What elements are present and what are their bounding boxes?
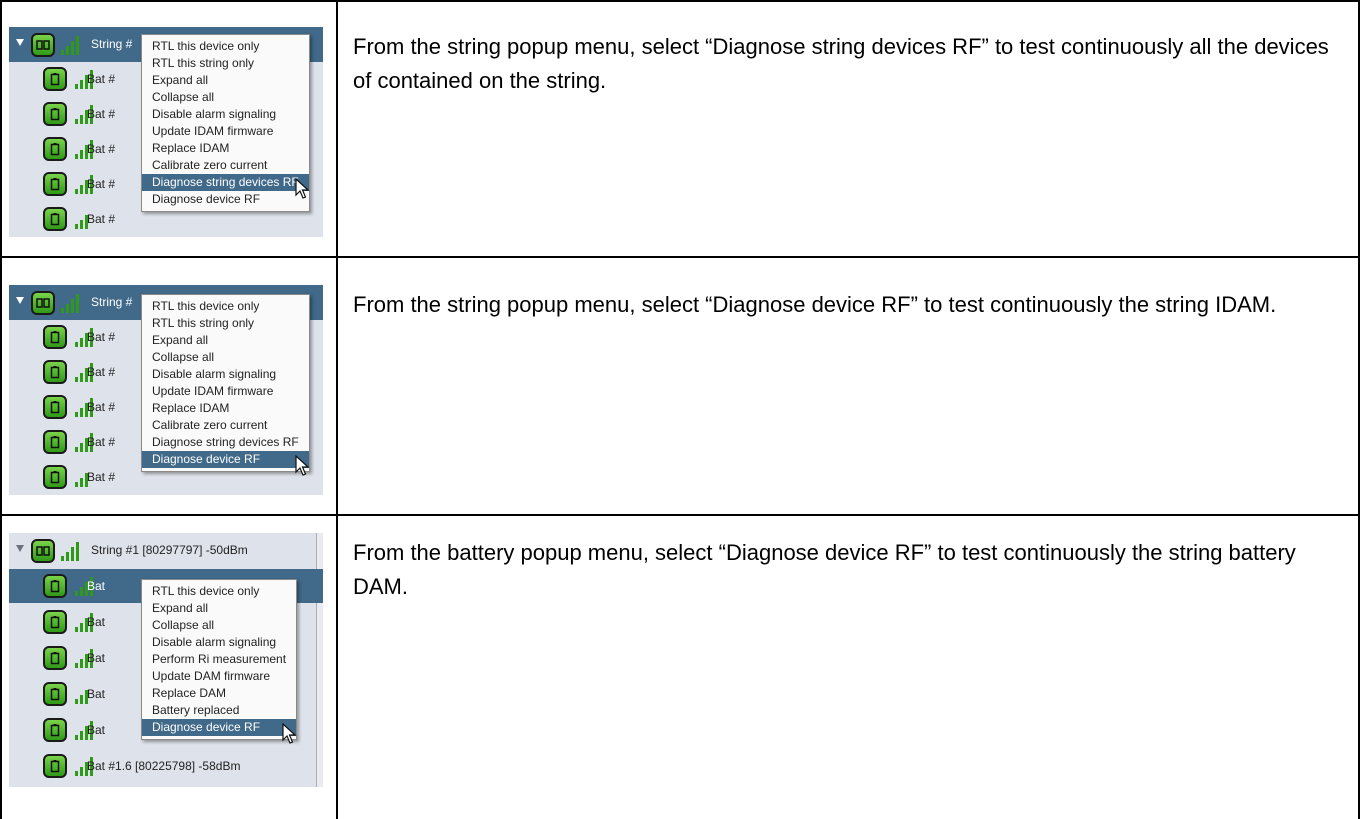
battery-icon [43,646,67,670]
popup-menu: RTL this device only RTL this string only… [141,34,310,212]
table-border-middle [336,0,338,819]
battery-label: Bat # [87,470,116,484]
battery-label: Bat [87,723,106,737]
menu-item-rtl-this-string-only[interactable]: RTL this string only [142,55,309,72]
battery-label: Bat # [87,365,116,379]
battery-icon [43,360,67,384]
string-label: String # [91,295,133,309]
battery-icon [43,395,67,419]
battery-label: Bat # [87,72,116,86]
table-border-row2 [0,514,1360,516]
menu-item-update-idam-firmware[interactable]: Update IDAM firmware [142,383,309,400]
battery-label: Bat # [87,330,116,344]
menu-item-update-idam-firmware[interactable]: Update IDAM firmware [142,123,309,140]
popup-menu: RTL this device only Expand all Collapse a… [141,579,298,744]
menu-item-expand-all[interactable]: Expand all [142,600,296,617]
menu-item-collapse-all[interactable]: Collapse all [142,617,296,634]
battery-icon [43,574,67,598]
menu-item-expand-all[interactable]: Expand all [142,72,309,89]
battery-label: Bat # [87,400,116,414]
menu-item-collapse-all[interactable]: Collapse all [142,349,309,366]
screenshot-battery-menu: String #1 [80297797] -50dBm Bat Bat Bat Bat… [9,533,323,787]
string-device-icon [31,539,55,563]
menu-item-expand-all[interactable]: Expand all [142,332,309,349]
battery-icon [43,610,67,634]
menu-item-rtl-this-device-only[interactable]: RTL this device only [142,298,309,315]
signal-bars-icon [61,542,79,561]
menu-item-perform-ri-measurement[interactable]: Perform Ri measurement [142,651,296,668]
menu-item-diagnose-device-rf[interactable]: Diagnose device RF [142,719,297,744]
battery-icon [43,207,67,231]
caret-down-icon[interactable] [16,297,24,304]
menu-item-diagnose-string-devices-rf[interactable]: Diagnose string devices RF [142,174,310,199]
signal-bars-icon [61,294,79,313]
instruction-table: String # Bat # Bat # Bat # Bat # Bat # RTL th… [0,0,1360,819]
menu-item-diagnose-device-rf[interactable]: Diagnose device RF [142,451,310,476]
string-device-icon [31,291,55,315]
menu-item-rtl-this-device-only[interactable]: RTL this device only [142,38,309,55]
menu-item-replace-dam[interactable]: Replace DAM [142,685,296,702]
menu-item-disable-alarm-signaling[interactable]: Disable alarm signaling [142,366,309,383]
menu-item-battery-replaced[interactable]: Battery replaced [142,702,296,719]
menu-item-rtl-this-device-only[interactable]: RTL this device only [142,583,296,600]
battery-label: Bat # [87,177,116,191]
string-label: String # [91,37,133,51]
battery-icon [43,682,67,706]
menu-item-collapse-all[interactable]: Collapse all [142,89,309,106]
battery-label: Bat # [87,142,116,156]
screenshot-string-menu-1: String # Bat # Bat # Bat # Bat # Bat # RTL th… [9,27,323,237]
battery-icon [43,67,67,91]
table-border-left [0,0,2,819]
string-device-icon [31,33,55,57]
instruction-text-3: From the battery popup menu, select “Dia… [353,540,1296,599]
tree-header-row[interactable]: String #1 [80297797] -50dBm [9,533,323,568]
caret-down-icon[interactable] [16,545,24,552]
menu-item-update-dam-firmware[interactable]: Update DAM firmware [142,668,296,685]
menu-item-diagnose-device-rf[interactable]: Diagnose device RF [142,191,309,208]
battery-icon [43,465,67,489]
table-border-row1 [0,256,1360,258]
menu-item-diagnose-string-devices-rf[interactable]: Diagnose string devices RF [142,434,309,451]
screenshot-string-menu-2: String # Bat # Bat # Bat # Bat # Bat # RTL th… [9,285,323,495]
battery-label: Bat # [87,435,116,449]
battery-icon [43,718,67,742]
table-border-top [0,0,1360,2]
string-label: String #1 [80297797] -50dBm [91,543,248,557]
battery-icon [43,137,67,161]
battery-label: Bat # [87,212,116,226]
battery-label: Bat #1.6 [80225798] -58dBm [87,759,241,773]
battery-icon [43,102,67,126]
battery-icon [43,172,67,196]
battery-label: Bat [87,579,106,593]
menu-item-disable-alarm-signaling[interactable]: Disable alarm signaling [142,106,309,123]
mouse-cursor-icon [282,723,297,744]
instruction-text-2: From the string popup menu, select “Diag… [353,292,1277,317]
menu-item-rtl-this-string-only[interactable]: RTL this string only [142,315,309,332]
menu-item-disable-alarm-signaling[interactable]: Disable alarm signaling [142,634,296,651]
menu-item-replace-idam[interactable]: Replace IDAM [142,140,309,157]
battery-icon [43,325,67,349]
menu-item-calibrate-zero-current[interactable]: Calibrate zero current [142,157,309,174]
battery-icon [43,754,67,778]
instruction-text-1: From the string popup menu, select “Diag… [353,34,1329,93]
battery-label: Bat [87,651,106,665]
caret-down-icon[interactable] [16,39,24,46]
mouse-cursor-icon [295,455,310,476]
battery-label: Bat [87,615,106,629]
battery-label: Bat [87,687,106,701]
menu-item-calibrate-zero-current[interactable]: Calibrate zero current [142,417,309,434]
menu-item-replace-idam[interactable]: Replace IDAM [142,400,309,417]
tree-row-battery[interactable]: Bat #1.6 [80225798] -58dBm [9,749,323,783]
signal-bars-icon [61,36,79,55]
battery-label: Bat # [87,107,116,121]
popup-menu: RTL this device only RTL this string only… [141,294,310,476]
battery-icon [43,430,67,454]
